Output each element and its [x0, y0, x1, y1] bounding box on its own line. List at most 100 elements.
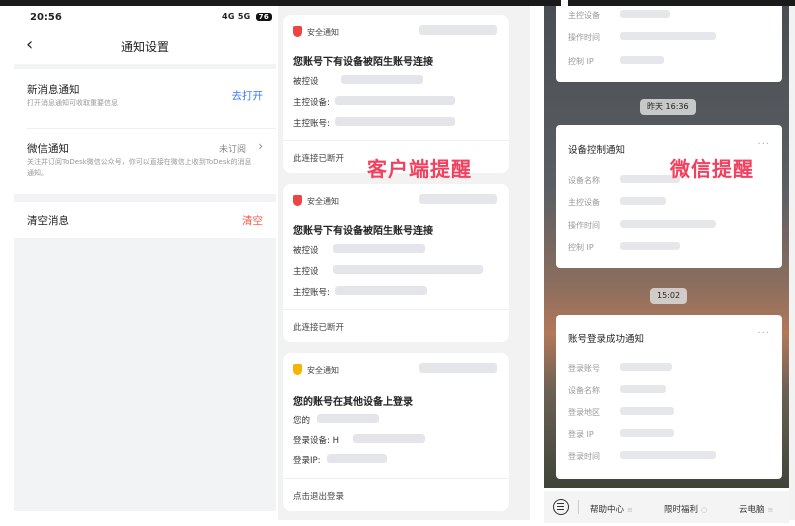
- time-stamp: 昨天 16:36: [640, 99, 696, 115]
- more-icon[interactable]: ···: [757, 328, 770, 339]
- card-title: 设备控制通知: [568, 145, 626, 156]
- right-edge: [789, 6, 795, 520]
- shield-icon: [293, 195, 302, 206]
- menu-cloud-label: 云电脑: [739, 505, 765, 515]
- wechat-subscribe-status[interactable]: 未订阅: [219, 142, 246, 155]
- field-label: 设备名称: [568, 386, 600, 395]
- divider: [27, 128, 276, 129]
- card-header-label: 安全通知: [307, 366, 339, 375]
- field-label: 设备名称: [568, 176, 600, 185]
- blurred-value: [327, 454, 387, 463]
- security-card[interactable]: 安全通知 您账号下有设备被陌生账号连接 被控设 主控设 主控账号: 此连接已断开: [283, 184, 509, 342]
- menu-limited-welfare[interactable]: 限时福利 ○: [664, 503, 707, 515]
- divider: [283, 478, 509, 479]
- blurred-value: [341, 75, 423, 84]
- card-header-label: 安全通知: [307, 197, 339, 206]
- warning-shield-icon: [293, 364, 302, 375]
- clear-section: 清空消息 清空: [14, 202, 276, 238]
- blurred-value: [620, 197, 666, 205]
- field-label: 控制 IP: [568, 57, 594, 66]
- card-line: 登录设备: H: [293, 436, 339, 446]
- new-message-title: 新消息通知: [27, 84, 80, 96]
- card-header: 安全通知: [293, 26, 339, 38]
- card-line: 您的: [293, 416, 311, 426]
- card-title: 您账号下有设备被陌生账号连接: [293, 57, 433, 68]
- wechat-notification-panel: 主控设备 操作时间 控制 IP 昨天 16:36 设备控制通知 ··· 设备名称…: [544, 6, 789, 488]
- blurred-value: [620, 363, 672, 371]
- battery-icon: 76: [255, 13, 272, 21]
- keyboard-menu-icon[interactable]: [553, 499, 569, 515]
- blurred-value: [620, 10, 670, 18]
- card-line: 主控设: [293, 267, 319, 277]
- blurred-value: [333, 265, 483, 274]
- blurred-value: [620, 220, 716, 228]
- more-icon[interactable]: ···: [757, 139, 770, 150]
- blurred-value: [620, 451, 716, 459]
- blurred-value: [335, 286, 427, 295]
- card-footer[interactable]: 此连接已断开: [293, 321, 344, 333]
- card-title: 您的账号在其他设备上登录: [293, 397, 413, 408]
- blurred-value: [353, 434, 425, 443]
- field-label: 控制 IP: [568, 243, 594, 252]
- wechat-reminder-label: 微信提醒: [670, 157, 754, 181]
- menu-lines-icon: ○: [701, 506, 708, 514]
- clear-messages-title: 清空消息: [27, 215, 69, 227]
- chevron-right-icon[interactable]: ›: [258, 139, 263, 153]
- blurred-value: [620, 429, 674, 437]
- card-line: 登录IP:: [293, 456, 321, 466]
- time-stamp: 15:02: [650, 288, 688, 304]
- wechat-card[interactable]: 设备控制通知 ··· 设备名称 主控设备 操作时间 控制 IP: [556, 125, 782, 268]
- clear-button[interactable]: 清空: [242, 213, 263, 228]
- blurred-value: [317, 414, 379, 423]
- card-title: 您账号下有设备被陌生账号连接: [293, 226, 433, 237]
- wechat-notify-title: 微信通知: [27, 143, 69, 155]
- blurred-value: [620, 242, 680, 250]
- wechat-card-partial[interactable]: 主控设备 操作时间 控制 IP: [556, 6, 782, 82]
- divider: [578, 500, 579, 514]
- blurred-time: [419, 25, 497, 35]
- menu-help-center[interactable]: 帮助中心 ≡: [590, 503, 633, 515]
- blurred-value: [620, 407, 674, 415]
- card-header: 安全通知: [293, 195, 339, 207]
- status-time: 20:56: [30, 12, 62, 23]
- blurred-time: [419, 363, 497, 373]
- menu-welfare-label: 限时福利: [664, 505, 699, 515]
- card-footer[interactable]: 此连接已断开: [293, 152, 344, 164]
- blurred-time: [419, 194, 497, 204]
- field-label: 操作时间: [568, 221, 600, 230]
- new-message-desc: 打开消息通知可收取重要信息: [27, 99, 118, 107]
- divider: [283, 309, 509, 310]
- notification-settings-screen: 20:56 4G 5G 76 ‹ 通知设置 新消息通知 打开消息通知可收取重要信…: [14, 6, 276, 511]
- field-label: 登录时间: [568, 452, 600, 461]
- field-label: 登录 IP: [568, 430, 594, 439]
- card-line: 主控设备:: [293, 98, 330, 108]
- blurred-value: [333, 244, 425, 253]
- blurred-value: [620, 385, 666, 393]
- card-footer[interactable]: 点击退出登录: [293, 490, 344, 502]
- divider: [283, 140, 509, 141]
- card-line: 主控账号:: [293, 119, 330, 129]
- blurred-value: [620, 32, 716, 40]
- field-label: 登录账号: [568, 364, 600, 373]
- menu-cloud-pc[interactable]: 云电脑 ≡: [739, 503, 773, 515]
- shield-icon: [293, 26, 302, 37]
- wechat-notify-desc: 关注并订阅ToDesk微信公众号，你可以直接在微信上收到ToDesk的消息通知。: [27, 158, 252, 177]
- security-card[interactable]: 安全通知 您的账号在其他设备上登录 您的 登录设备: H 登录IP: 点击退出登…: [283, 353, 509, 511]
- menu-lines-icon: ≡: [627, 506, 633, 514]
- wechat-card[interactable]: 账号登录成功通知 ··· 登录账号 设备名称 登录地区 登录 IP 登录时间: [556, 315, 782, 479]
- card-header-label: 安全通知: [307, 28, 339, 37]
- enable-notification-button[interactable]: 去打开: [232, 88, 264, 103]
- status-bar: 20:56 4G 5G 76: [14, 6, 276, 28]
- card-line: 主控账号:: [293, 288, 330, 298]
- card-line: 被控设: [293, 77, 319, 87]
- screenshot-root: 20:56 4G 5G 76 ‹ 通知设置 新消息通知 打开消息通知可收取重要信…: [0, 0, 795, 526]
- signal-icons: 4G 5G 76: [222, 12, 272, 21]
- card-line: 被控设: [293, 246, 319, 256]
- blurred-value: [335, 96, 455, 105]
- blurred-value: [620, 56, 664, 64]
- field-label: 登录地区: [568, 408, 600, 417]
- menu-lines-icon: ≡: [767, 506, 774, 514]
- client-notification-panel: 安全通知 您账号下有设备被陌生账号连接 被控设 主控设备: 主控账号: 此连接已…: [278, 6, 530, 520]
- security-card[interactable]: 安全通知 您账号下有设备被陌生账号连接 被控设 主控设备: 主控账号: 此连接已…: [283, 15, 509, 173]
- nav-bar: ‹ 通知设置: [14, 28, 276, 64]
